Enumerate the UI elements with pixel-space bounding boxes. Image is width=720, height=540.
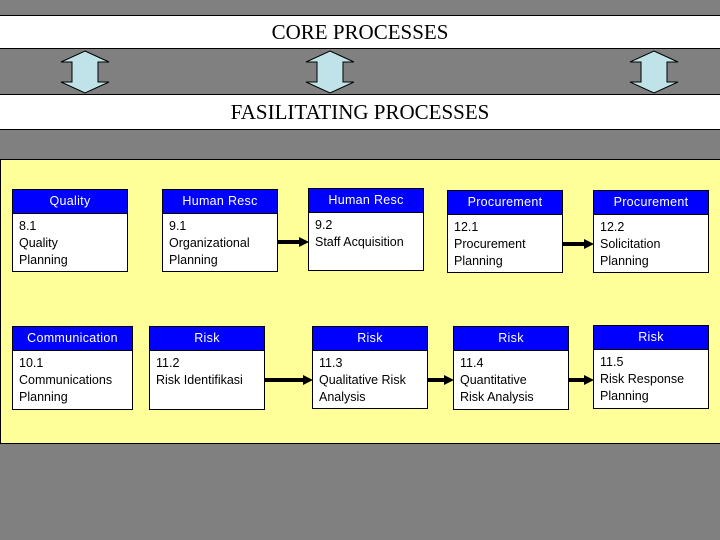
process-name-line: Quantitative <box>460 373 527 387</box>
double-arrow-icon <box>629 50 679 94</box>
process-name-line: Risk Identifikasi <box>156 373 243 387</box>
process-name-line: Qualitative Risk <box>319 373 406 387</box>
double-arrow-icon <box>305 50 355 94</box>
process-name-line: Planning <box>600 389 649 403</box>
process-box-8-1: Quality 8.1 Quality Planning <box>12 189 128 272</box>
process-name-line: Risk Response <box>600 372 685 386</box>
process-category: Communication <box>13 327 132 351</box>
process-box-11-4: Risk 11.4 Quantitative Risk Analysis <box>453 326 569 410</box>
process-name-line: Risk Analysis <box>460 390 534 404</box>
process-box-12-1: Procurement 12.1 Procurement Planning <box>447 190 563 273</box>
process-number: 11.3 <box>319 356 343 370</box>
process-name-line: Planning <box>454 254 503 268</box>
process-name-line: Communications <box>19 373 113 387</box>
process-name-line: Solicitation <box>600 237 661 251</box>
process-name-line: Procurement <box>454 237 526 251</box>
process-name-line: Analysis <box>319 390 366 404</box>
process-category: Human Resc <box>163 190 277 214</box>
process-number: 9.2 <box>315 218 333 232</box>
process-number: 12.2 <box>600 220 625 234</box>
flow-arrow-icon <box>562 239 594 249</box>
process-name-line: Planning <box>600 254 649 268</box>
process-number: 11.5 <box>600 355 624 369</box>
process-box-11-3: Risk 11.3 Qualitative Risk Analysis <box>312 326 428 409</box>
flow-arrow-icon <box>264 375 313 385</box>
process-number: 10.1 <box>19 356 44 370</box>
process-box-9-2: Human Resc 9.2 Staff Acquisition <box>308 188 424 271</box>
process-name-line: Quality <box>19 236 58 250</box>
process-box-9-1: Human Resc 9.1 Organizational Planning <box>162 189 278 272</box>
process-box-12-2: Procurement 12.2 Solicitation Planning <box>593 190 709 273</box>
flow-arrow-icon <box>427 375 454 385</box>
process-name-line: Staff Acquisition <box>315 235 404 249</box>
process-box-11-5: Risk 11.5 Risk Response Planning <box>593 325 709 409</box>
process-category: Risk <box>313 327 427 351</box>
process-number: 8.1 <box>19 219 37 233</box>
facilitating-processes-band: FASILITATING PROCESSES <box>0 94 720 130</box>
process-category: Risk <box>454 327 568 351</box>
flow-arrow-icon <box>277 237 309 247</box>
process-number: 12.1 <box>454 220 479 234</box>
process-name-line: Planning <box>19 253 68 267</box>
process-name-line: Planning <box>169 253 218 267</box>
process-category: Quality <box>13 190 127 214</box>
core-processes-band: CORE PROCESSES <box>0 15 720 49</box>
process-number: 9.1 <box>169 219 187 233</box>
double-arrow-icon <box>60 50 110 94</box>
process-category: Risk <box>150 327 264 351</box>
process-box-10-1: Communication 10.1 Communications Planning <box>12 326 133 410</box>
flow-arrow-icon <box>568 375 594 385</box>
process-box-11-2: Risk 11.2 Risk Identifikasi <box>149 326 265 410</box>
process-name-line: Organizational <box>169 236 250 250</box>
process-category: Human Resc <box>309 189 423 213</box>
process-category: Procurement <box>594 191 708 215</box>
process-name-line: Planning <box>19 390 68 404</box>
process-number: 11.2 <box>156 356 180 370</box>
process-category: Procurement <box>448 191 562 215</box>
process-number: 11.4 <box>460 356 484 370</box>
process-category: Risk <box>594 326 708 350</box>
